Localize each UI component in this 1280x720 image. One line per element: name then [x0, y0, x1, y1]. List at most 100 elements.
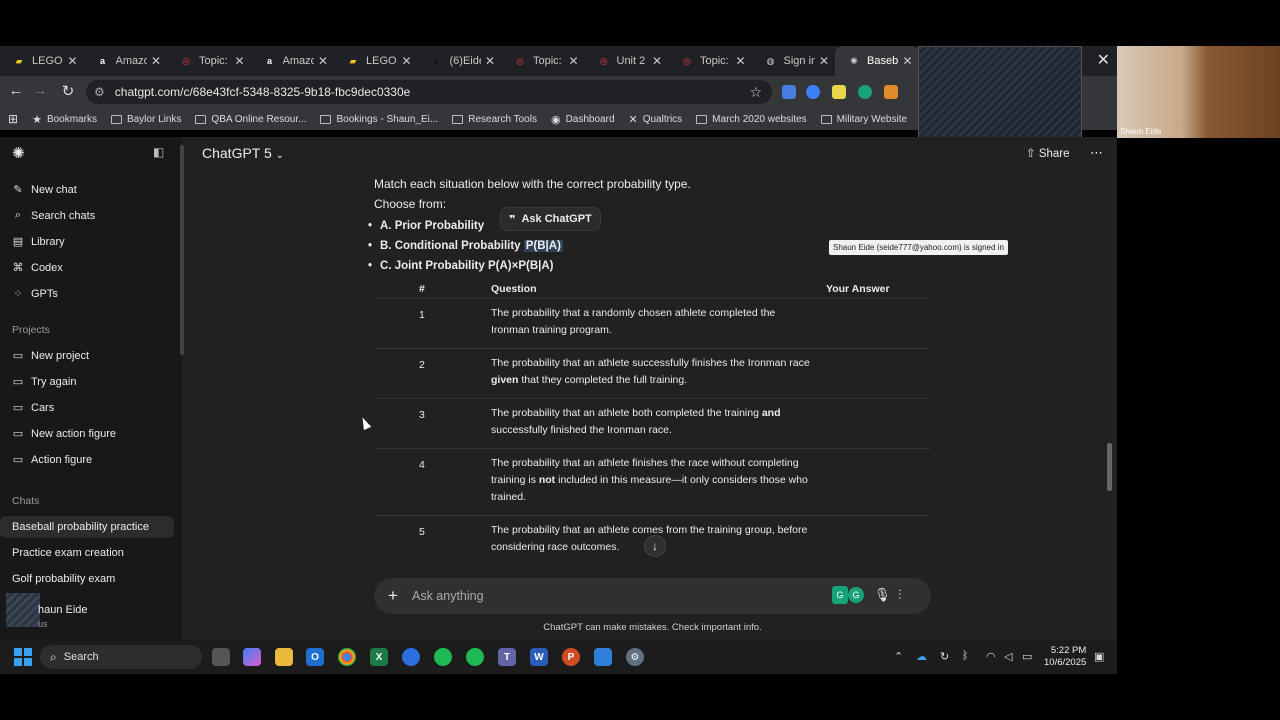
sidebar-item[interactable]: ▭ New action figure [12, 427, 116, 441]
word-icon[interactable]: W [530, 648, 548, 666]
browser-tab[interactable]: ◎ Topic: E ✕ [167, 46, 251, 76]
file-explorer-icon[interactable] [275, 648, 293, 666]
bookmark-item[interactable]: Bookings - Shaun_Ei... [320, 114, 438, 125]
sidebar-item[interactable]: ⌕ Search chats [12, 209, 95, 222]
scroll-down-icon[interactable]: ↓ [644, 535, 666, 557]
browser-tab[interactable]: a Amazon ✕ [251, 46, 335, 76]
tab-close-icon[interactable]: ✕ [819, 54, 829, 68]
tab-close-icon[interactable]: ✕ [67, 54, 77, 68]
more-options-icon[interactable]: ⋯ [1090, 145, 1103, 161]
site-info-icon[interactable]: ⚙ [94, 85, 105, 99]
scrollbar-thumb[interactable] [1107, 443, 1112, 491]
clock[interactable]: 5:22 PM 10/6/2025 [1044, 645, 1086, 669]
openai-logo-icon[interactable]: ✺ [12, 144, 25, 162]
wifi-icon[interactable]: ◠ [986, 650, 996, 663]
sidebar-item[interactable]: ⌘ Codex [12, 261, 63, 275]
sidebar-item[interactable]: ▭ New project [12, 349, 89, 363]
window-close-icon[interactable]: ✕ [1097, 50, 1110, 70]
teams-icon[interactable]: T [498, 648, 516, 666]
outlook-icon[interactable]: O [306, 648, 324, 666]
url-bar[interactable]: ⚙ chatgpt.com/c/68e43fcf-5348-8325-9b18-… [86, 80, 772, 104]
grammarly-icon[interactable]: G [848, 587, 864, 603]
sidebar-item[interactable]: ✎ New chat [12, 183, 76, 197]
share-button[interactable]: ⇧ Share [1026, 146, 1070, 160]
tab-close-icon[interactable]: ✕ [401, 54, 411, 68]
extension-icon[interactable] [806, 85, 820, 99]
browser-tab[interactable]: ▰ LEGO M ✕ [334, 46, 418, 76]
bookmark-item[interactable]: ★ Bookmarks [32, 113, 97, 126]
extension-icon[interactable] [832, 85, 846, 99]
browser-tab[interactable]: ▰ LEGO Sc ✕ [0, 46, 84, 76]
ask-chatgpt-popup[interactable]: ❞ Ask ChatGPT [500, 207, 601, 231]
chrome-icon[interactable] [338, 648, 356, 666]
task-view-icon[interactable] [212, 648, 230, 666]
tab-close-icon[interactable]: ✕ [485, 54, 495, 68]
sidebar-item[interactable]: ▭ Cars [12, 401, 54, 415]
sidebar-item[interactable]: ⁘ GPTs [12, 287, 58, 301]
chat-history-item[interactable]: Practice exam creation [0, 542, 174, 564]
onedrive-icon[interactable]: ☁ [916, 650, 927, 663]
extension-icon[interactable] [884, 85, 898, 99]
battery-icon[interactable]: ▭ [1022, 650, 1032, 663]
tab-close-icon[interactable]: ✕ [234, 54, 244, 68]
bluetooth-icon[interactable]: ᛒ [962, 650, 969, 662]
spotify-icon[interactable] [466, 648, 484, 666]
bookmark-item[interactable]: March 2020 websites [696, 114, 807, 125]
composer-input[interactable]: Ask anything [412, 589, 484, 603]
tab-close-icon[interactable]: ✕ [318, 54, 328, 68]
sidebar-item[interactable]: ▭ Try again [12, 375, 77, 389]
model-selector[interactable]: ChatGPT 5 ⌄ [202, 145, 284, 161]
browser-tab[interactable]: ♪ (6)Eide/ ✕ [418, 46, 502, 76]
notification-icon[interactable]: ▣ [1094, 650, 1104, 663]
powerpoint-icon[interactable]: P [562, 648, 580, 666]
main-scrollbar[interactable] [1107, 173, 1112, 623]
browser-tab[interactable]: ◎ Topic: I ✕ [501, 46, 585, 76]
copilot-icon[interactable] [243, 648, 261, 666]
zoom-icon[interactable] [402, 648, 420, 666]
browser-tab[interactable]: a Amazon ✕ [84, 46, 168, 76]
sidebar-item[interactable]: ▭ Action figure [12, 453, 92, 467]
bookmark-star-icon[interactable]: ☆ [749, 84, 762, 101]
windows-start-icon[interactable] [14, 648, 32, 666]
bookmark-item[interactable]: Military Website [820, 114, 907, 125]
bookmark-item[interactable]: ✕ Qualtrics [629, 113, 683, 126]
microphone-icon[interactable]: 🎙 [874, 587, 891, 603]
browser-tab[interactable]: ◎ Topic: Pi ✕ [668, 46, 752, 76]
extension-icon[interactable] [782, 85, 796, 99]
bookmark-item[interactable]: Baylor Links [110, 114, 181, 125]
user-name[interactable]: haun Eide [38, 604, 88, 616]
tab-close-icon[interactable]: ✕ [568, 54, 578, 68]
grammarly-icon[interactable]: G [832, 586, 848, 604]
avatar[interactable] [6, 593, 40, 627]
browser-tab[interactable]: ✺ Basebal✕ [835, 46, 919, 76]
sidebar-toggle-icon[interactable]: ◧ [153, 145, 164, 159]
sidebar-item[interactable]: ▤ Library [12, 235, 65, 249]
tab-close-icon[interactable]: ✕ [151, 54, 161, 68]
tab-close-icon[interactable]: ✕ [652, 54, 662, 68]
spotify-icon[interactable] [434, 648, 452, 666]
browser-tab[interactable]: ◍ Sign in ✕ [752, 46, 836, 76]
plus-icon[interactable]: + [374, 586, 412, 606]
reload-icon[interactable]: ↻ [58, 82, 78, 100]
browser-tab[interactable]: ◎ Unit 2 E ✕ [585, 46, 669, 76]
back-icon[interactable]: ← [6, 82, 26, 99]
voice-mode-icon[interactable]: ⫶ [898, 587, 901, 603]
taskbar-search[interactable]: ⌕ Search [40, 645, 202, 669]
volume-icon[interactable]: ◁ [1004, 650, 1012, 663]
tab-close-icon[interactable]: ✕ [902, 54, 912, 68]
bookmark-item[interactable]: QBA Online Resour... [195, 114, 306, 125]
chevron-up-icon[interactable]: ⌃ [894, 650, 903, 663]
excel-icon[interactable]: X [370, 648, 388, 666]
settings-icon[interactable]: ⚙ [626, 648, 644, 666]
sidebar-scrollbar[interactable] [180, 145, 184, 355]
tab-close-icon[interactable]: ✕ [735, 54, 745, 68]
bookmark-item[interactable]: Research Tools [452, 114, 537, 125]
apps-grid-icon[interactable]: ⊞ [8, 112, 18, 126]
forward-icon[interactable]: → [30, 82, 50, 99]
composer[interactable]: + Ask anything G G 🎙 ⫶ [374, 578, 931, 614]
chat-history-item[interactable]: Baseball probability practice [0, 516, 174, 538]
grammarly-icon[interactable] [858, 85, 872, 99]
bookmark-item[interactable]: ◉ Dashboard [551, 113, 615, 126]
chat-history-item[interactable]: Golf probability exam [0, 568, 174, 590]
sync-icon[interactable]: ↻ [940, 650, 949, 663]
